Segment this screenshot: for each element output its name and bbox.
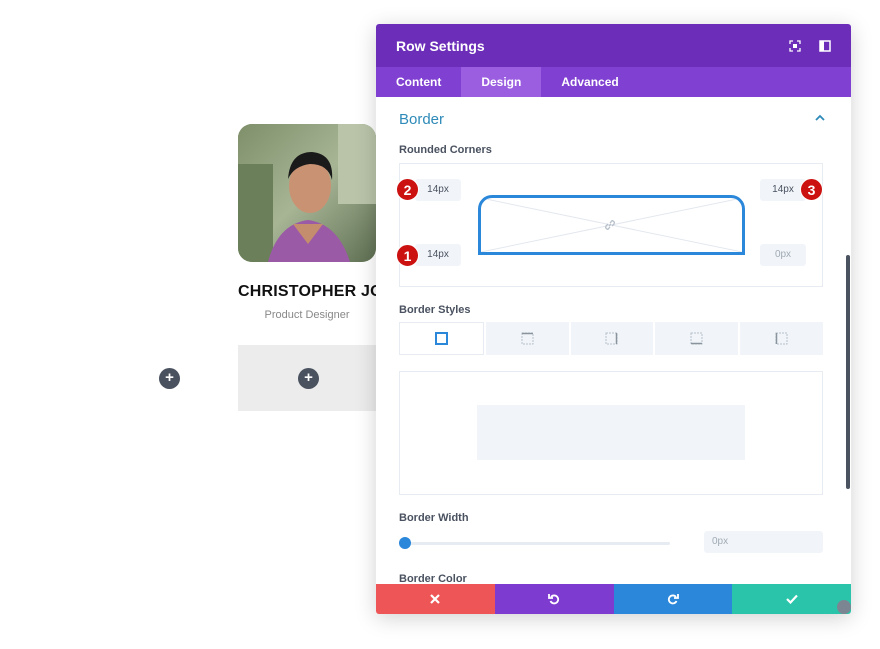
border-top-icon	[521, 332, 534, 345]
border-all-option[interactable]	[399, 322, 484, 355]
check-icon	[785, 594, 798, 604]
modal-tabs: Content Design Advanced	[376, 67, 851, 97]
border-styles-selector	[399, 322, 823, 355]
modal-title: Row Settings	[396, 37, 485, 54]
chevron-up-icon[interactable]	[815, 113, 825, 123]
profile-name: CHRISTOPHER JOE	[238, 283, 394, 300]
row-settings-modal: Row Settings Content Design Advanced Bor…	[376, 24, 851, 614]
corner-bottom-left-input[interactable]: 14px	[415, 244, 461, 266]
page: CHRISTOPHER JOE Product Designer + + Row…	[0, 0, 880, 649]
tab-design[interactable]: Design	[461, 67, 542, 97]
discard-button[interactable]	[376, 584, 495, 614]
annotation-badge-3: 3	[800, 178, 823, 201]
border-width-slider-track[interactable]	[404, 542, 670, 545]
annotation-badge-1: 1	[396, 244, 419, 267]
rounded-corners-label: Rounded Corners	[399, 144, 492, 156]
border-right-option[interactable]	[570, 322, 654, 355]
tab-content[interactable]: Content	[376, 67, 461, 97]
profile-photo-image	[238, 124, 376, 262]
add-row-button[interactable]: +	[159, 368, 180, 389]
tab-advanced[interactable]: Advanced	[541, 67, 638, 97]
annotation-badge-2: 2	[396, 178, 419, 201]
modal-body: Border Rounded Corners 14px 14px 14px 0p…	[376, 97, 851, 584]
border-width-label: Border Width	[399, 512, 469, 524]
rounded-corners-control: 14px 14px 14px 0px 2 1 3	[396, 163, 823, 287]
border-left-icon	[775, 332, 788, 345]
save-button[interactable]	[732, 584, 851, 614]
fullscreen-icon[interactable]	[789, 39, 801, 52]
border-style-preview-inner	[477, 405, 745, 460]
border-style-preview	[399, 371, 823, 495]
corner-bottom-right-input[interactable]: 0px	[760, 244, 806, 266]
link-icon[interactable]	[603, 218, 617, 232]
redo-button[interactable]	[613, 584, 733, 614]
redo-icon	[667, 594, 679, 605]
border-width-input[interactable]: 0px	[704, 531, 823, 553]
split-view-icon[interactable]	[819, 39, 831, 52]
add-module-button[interactable]: +	[298, 368, 319, 389]
corner-top-left-input[interactable]: 14px	[415, 179, 461, 201]
profile-role: Product Designer	[264, 309, 350, 321]
border-color-label: Border Color	[399, 573, 467, 584]
undo-button[interactable]	[494, 584, 614, 614]
border-top-option[interactable]	[485, 322, 569, 355]
modal-footer	[376, 584, 851, 614]
border-styles-label: Border Styles	[399, 304, 471, 316]
border-bottom-icon	[690, 332, 703, 345]
section-title-border[interactable]: Border	[399, 111, 444, 128]
border-all-icon	[434, 332, 448, 345]
modal-header: Row Settings	[376, 24, 851, 67]
close-icon	[430, 594, 441, 604]
undo-icon	[548, 594, 560, 605]
border-width-slider-handle[interactable]	[399, 537, 411, 549]
modal-scrollbar[interactable]	[846, 255, 850, 489]
resize-handle-icon[interactable]	[837, 600, 851, 614]
profile-photo	[238, 124, 376, 262]
border-bottom-option[interactable]	[655, 322, 739, 355]
border-left-option[interactable]	[740, 322, 823, 355]
border-right-icon	[605, 332, 618, 345]
